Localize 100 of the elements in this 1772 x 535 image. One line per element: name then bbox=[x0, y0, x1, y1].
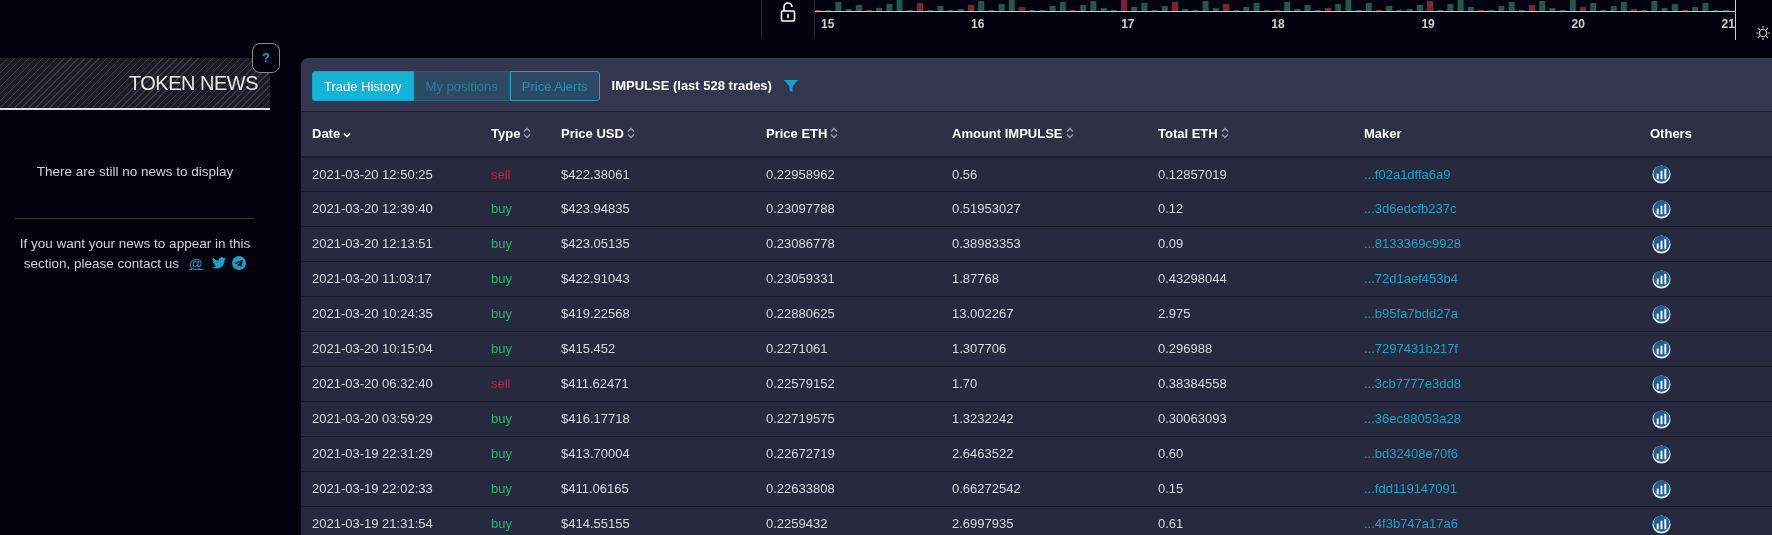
maker-link[interactable]: ...b95fa7bdd27a bbox=[1364, 306, 1458, 322]
table-cell: 2021-03-20 12:13:51 bbox=[312, 236, 433, 252]
table-cell: 0.22719575 bbox=[766, 411, 835, 427]
chart-icon[interactable] bbox=[1652, 375, 1671, 395]
table-cell: 0.23086778 bbox=[766, 236, 835, 252]
table-cell: 0.22880625 bbox=[766, 306, 835, 322]
table-cell: $415.452 bbox=[561, 341, 616, 357]
chart-icon[interactable] bbox=[1652, 480, 1671, 500]
chart-icon[interactable] bbox=[1652, 340, 1671, 360]
trade-type: buy bbox=[491, 341, 512, 357]
table-cell: 0.56 bbox=[952, 166, 978, 182]
contact-message: If you want your news to appear in this section, please contact us @ bbox=[18, 235, 252, 274]
sort-icon[interactable] bbox=[830, 127, 839, 139]
axis-label: 18 bbox=[1271, 16, 1285, 33]
maker-link[interactable]: ...72d1aef453b4 bbox=[1364, 271, 1458, 287]
table-cell: 0.12857019 bbox=[1158, 166, 1227, 182]
sort-icon[interactable] bbox=[523, 127, 532, 139]
filter-icon[interactable] bbox=[783, 78, 798, 93]
table-cell: 0.23059331 bbox=[766, 271, 835, 287]
table-cell: 0.38384558 bbox=[1158, 376, 1227, 392]
table-cell: 0.38983353 bbox=[952, 236, 1021, 252]
table-cell: 2.6463522 bbox=[952, 446, 1014, 462]
table-cell: 13.002267 bbox=[952, 306, 1014, 322]
sort-icon[interactable] bbox=[626, 127, 635, 139]
column-header[interactable]: Type bbox=[491, 126, 521, 141]
maker-link[interactable]: ...f02a1dffa6a9 bbox=[1364, 166, 1451, 182]
email-link[interactable]: @ bbox=[189, 256, 203, 272]
column-header[interactable]: Amount IMPULSE bbox=[952, 126, 1063, 141]
lock-icon[interactable] bbox=[780, 2, 796, 22]
trade-type: sell bbox=[491, 376, 511, 392]
table-cell: 0.30063093 bbox=[1158, 411, 1227, 427]
chart-icon[interactable] bbox=[1652, 235, 1671, 255]
sort-icon[interactable] bbox=[1065, 127, 1074, 139]
table-cell: $413.70004 bbox=[561, 446, 630, 462]
chart-icon[interactable] bbox=[1652, 270, 1671, 290]
chevron-down-icon[interactable] bbox=[343, 131, 352, 139]
trade-type: buy bbox=[491, 481, 512, 497]
table-cell: 0.2271061 bbox=[766, 341, 828, 357]
table-cell: 1.307706 bbox=[952, 341, 1007, 357]
help-button[interactable]: ? bbox=[252, 43, 280, 73]
chart-icon[interactable] bbox=[1652, 445, 1671, 465]
maker-link[interactable]: ...4f3b747a17a6 bbox=[1364, 516, 1458, 532]
trade-type: buy bbox=[491, 306, 512, 322]
axis-label: 21 bbox=[1721, 16, 1735, 33]
table-cell: 0.51953027 bbox=[952, 201, 1021, 217]
column-header[interactable]: Total ETH bbox=[1158, 126, 1218, 141]
table-cell: 0.09 bbox=[1158, 236, 1184, 252]
axis-label: 17 bbox=[1121, 16, 1135, 33]
column-header[interactable]: Date bbox=[312, 126, 341, 141]
table-cell: 1.70 bbox=[952, 376, 978, 392]
table-cell: 2.975 bbox=[1158, 306, 1191, 322]
table-cell: 0.22672719 bbox=[766, 446, 835, 462]
column-header[interactable]: Others bbox=[1650, 126, 1692, 141]
twitter-icon[interactable] bbox=[211, 257, 226, 270]
chart-icon[interactable] bbox=[1652, 305, 1671, 325]
panel-title: TOKEN NEWS bbox=[128, 71, 258, 96]
table-cell: 2.6997935 bbox=[952, 516, 1014, 532]
column-header[interactable]: Maker bbox=[1364, 126, 1402, 141]
axis-label: 16 bbox=[971, 16, 985, 33]
table-cell: 2021-03-19 22:31:29 bbox=[312, 446, 433, 462]
table-cell: 0.15 bbox=[1158, 481, 1184, 497]
maker-link[interactable]: ...3d6edcfb237c bbox=[1364, 201, 1457, 217]
maker-link[interactable]: ...bd32408e70f6 bbox=[1364, 446, 1458, 462]
table-cell: $423.94835 bbox=[561, 201, 630, 217]
table-cell: 0.22579152 bbox=[766, 376, 835, 392]
chart-icon[interactable] bbox=[1652, 515, 1671, 535]
table-cell: $414.55155 bbox=[561, 516, 630, 532]
trade-type: buy bbox=[491, 411, 512, 427]
tab[interactable]: Trade History bbox=[312, 70, 414, 101]
filter-label: IMPULSE (last 528 trades) bbox=[611, 76, 772, 95]
table-cell: 2021-03-20 12:50:25 bbox=[312, 166, 433, 182]
table-cell: 2021-03-19 21:31:54 bbox=[312, 516, 433, 532]
chart-icon[interactable] bbox=[1652, 200, 1671, 220]
table-cell: $422.91043 bbox=[561, 271, 630, 287]
table-cell: 2021-03-20 11:03:17 bbox=[312, 271, 432, 287]
empty-message: There are still no news to display bbox=[35, 163, 235, 181]
trade-type: buy bbox=[491, 236, 512, 252]
table-cell: $422.38061 bbox=[561, 166, 630, 182]
maker-link[interactable]: ...7297431b217f bbox=[1364, 341, 1458, 357]
table-cell: 2021-03-20 03:59:29 bbox=[312, 411, 433, 427]
telegram-icon[interactable] bbox=[232, 256, 247, 271]
table-cell: 2021-03-20 12:39:40 bbox=[312, 201, 433, 217]
maker-link[interactable]: ...fdd119147091 bbox=[1364, 481, 1457, 497]
maker-link[interactable]: ...8133369c9928 bbox=[1364, 236, 1461, 252]
column-header[interactable]: Price USD bbox=[561, 126, 624, 141]
maker-link[interactable]: ...3cb7777e3dd8 bbox=[1364, 376, 1461, 392]
trade-type: buy bbox=[491, 201, 512, 217]
chart-icon[interactable] bbox=[1652, 165, 1671, 185]
table-cell: 2021-03-20 10:24:35 bbox=[312, 306, 433, 322]
chart-icon[interactable] bbox=[1652, 410, 1671, 430]
trade-type: buy bbox=[491, 446, 512, 462]
table-cell: $419.22568 bbox=[561, 306, 630, 322]
table-cell: 0.2259432 bbox=[766, 516, 828, 532]
column-header[interactable]: Price ETH bbox=[766, 126, 828, 141]
table-cell: $416.17718 bbox=[561, 411, 630, 427]
settings-icon[interactable] bbox=[1756, 26, 1770, 40]
trade-type: sell bbox=[491, 166, 511, 182]
table-cell: 0.22958962 bbox=[766, 166, 835, 182]
maker-link[interactable]: ...36ec88053a28 bbox=[1364, 411, 1461, 427]
sort-icon[interactable] bbox=[1220, 127, 1229, 139]
